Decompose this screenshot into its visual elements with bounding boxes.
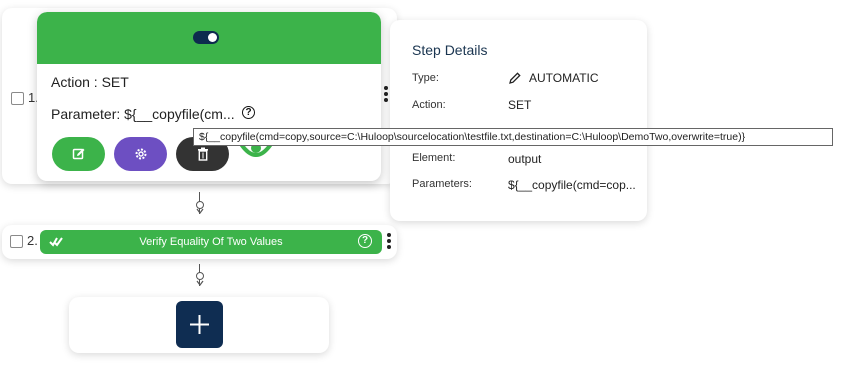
step-2-label: Verify Equality Of Two Values bbox=[139, 236, 283, 248]
add-step-card bbox=[69, 297, 329, 353]
toggle-icon[interactable] bbox=[193, 31, 219, 44]
delete-icon bbox=[197, 147, 208, 161]
help-icon[interactable]: ? bbox=[242, 106, 255, 119]
step-connector bbox=[195, 264, 205, 288]
step-2-kebab-menu-icon[interactable] bbox=[387, 233, 391, 249]
parameters-value: ${__copyfile(cmd=cop... bbox=[508, 178, 636, 192]
step-details-title: Step Details bbox=[412, 42, 488, 58]
plus-icon bbox=[190, 315, 209, 334]
step-1-checkbox[interactable] bbox=[11, 92, 24, 105]
step-1-kebab-menu-icon[interactable] bbox=[384, 86, 388, 102]
action-value: SET bbox=[508, 98, 532, 112]
step-1-action-text: Action : SET bbox=[51, 74, 129, 90]
step-2-checkbox[interactable] bbox=[10, 235, 23, 248]
element-value: output bbox=[508, 152, 542, 166]
add-step-button[interactable] bbox=[176, 301, 223, 348]
element-label: Element: bbox=[412, 152, 456, 164]
step-connector bbox=[195, 192, 205, 216]
eye-icon[interactable] bbox=[240, 144, 272, 162]
step-details-panel: Step Details Type: AUTOMATIC Action: SET… bbox=[390, 20, 647, 221]
action-label: Action: bbox=[412, 99, 446, 111]
edit-button[interactable] bbox=[52, 137, 105, 171]
type-value: AUTOMATIC bbox=[529, 71, 599, 85]
edit-icon bbox=[72, 148, 84, 160]
step-2-number: 2. bbox=[27, 233, 38, 248]
parameters-label: Parameters: bbox=[412, 178, 472, 190]
step-1-expanded-panel: Action : SET Parameter: ${__copyfile(cm.… bbox=[37, 12, 381, 181]
type-label: Type: bbox=[412, 72, 439, 84]
pencil-icon bbox=[509, 72, 521, 84]
step-2-help-icon[interactable]: ? bbox=[358, 234, 372, 248]
step-1-header bbox=[37, 12, 381, 64]
settings-icon bbox=[135, 148, 146, 160]
step-1-parameter-text: Parameter: ${__copyfile(cm... bbox=[51, 106, 235, 122]
parameter-tooltip: ${__copyfile(cmd=copy,source=C:\Huloop\s… bbox=[193, 128, 833, 146]
settings-button[interactable] bbox=[114, 137, 167, 171]
step-2-bar[interactable]: Verify Equality Of Two Values ? bbox=[40, 230, 382, 254]
